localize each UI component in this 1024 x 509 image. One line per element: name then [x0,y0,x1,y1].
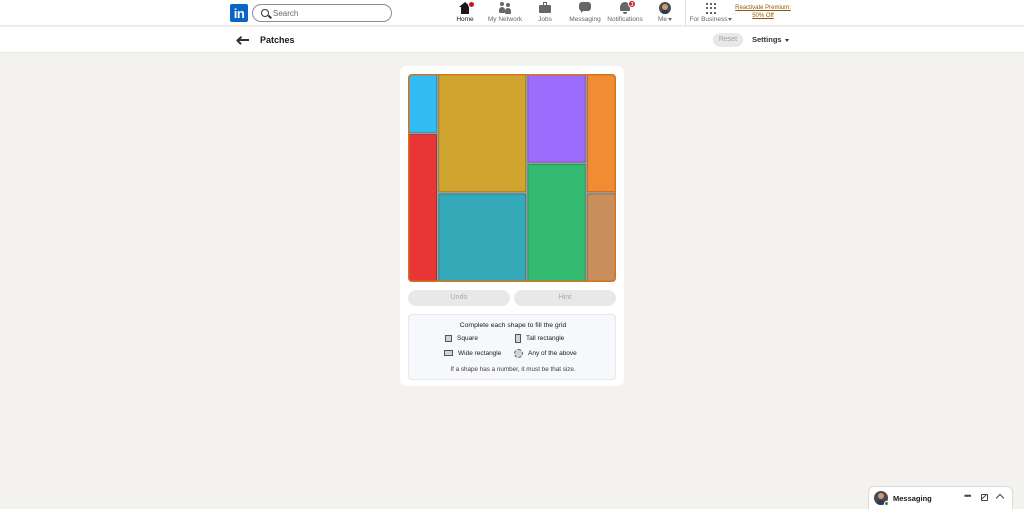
nav-divider [685,0,686,26]
patch-piece-1[interactable] [408,74,438,134]
nav-jobs[interactable]: Jobs [533,2,557,24]
chevron-down-icon [784,38,789,42]
network-icon [499,2,511,14]
chevron-down-icon [728,17,733,21]
chevron-up-icon[interactable] [995,493,1005,503]
patch-piece-6[interactable] [437,192,527,282]
settings-button[interactable]: Settings [752,35,789,44]
home-icon [459,1,475,14]
patch-piece-2[interactable] [437,74,527,193]
legend-tall-rectangle: Tall rectangle [515,334,564,343]
messaging-icon [579,2,591,14]
patch-piece-5[interactable] [408,133,438,282]
board-canvas[interactable] [408,74,616,282]
nav-messaging-label: Messaging [569,16,601,23]
shape-legend: Complete each shape to fill the grid Squ… [408,314,616,380]
reset-button[interactable]: Reset [713,33,743,47]
reactivate-premium-link[interactable]: Reactivate Premium: 50% Off [733,4,793,20]
game-header: Patches Reset Settings [0,27,1024,53]
nav-jobs-label: Jobs [538,16,552,23]
messaging-label: Messaging [893,494,932,503]
legend-square: Square [445,335,478,342]
legend-wide-label: Wide rectangle [458,350,502,357]
square-shape-icon [445,335,452,342]
legend-tall-label: Tall rectangle [526,335,565,343]
notification-count-badge: 3 [628,0,636,8]
search-input[interactable] [273,7,383,20]
nav-notifications-label: Notifications [607,16,643,23]
legend-title: Complete each shape to fill the grid [459,322,567,329]
search-icon [261,9,269,17]
patches-board[interactable] [408,74,616,282]
online-status-icon [884,501,889,506]
nav-for-business-label: For Business [689,16,728,23]
game-controls: Undo Hint [408,290,616,306]
premium-line-1: Reactivate Premium: [735,5,791,11]
nav-home-label: Home [456,16,474,23]
nav-messaging[interactable]: Messaging [568,2,602,24]
page-title: Patches [260,35,295,45]
back-arrow-icon[interactable] [236,34,249,46]
search-box[interactable] [252,4,392,22]
nav-my-network[interactable]: My Network [486,2,524,24]
any-shape-icon [514,349,523,358]
more-options-icon[interactable]: ••• [964,491,972,501]
settings-label: Settings [752,35,782,44]
legend-any-shape: Any of the above [514,349,577,358]
chevron-down-icon [668,17,673,21]
nav-home[interactable]: Home [450,1,480,24]
legend-square-label: Square [457,335,478,343]
nav-for-business[interactable]: For Business [689,2,733,24]
premium-line-2: 50% Off [752,13,774,19]
patch-piece-8[interactable] [586,192,616,282]
grid-icon [706,2,716,14]
top-nav: in Home My Network Jobs Messaging 3 Noti… [0,0,1024,26]
bell-icon: 3 [619,0,636,14]
wide-rectangle-shape-icon [444,350,453,357]
nav-me-label: Me [657,16,668,23]
notification-dot [468,1,475,8]
tall-rectangle-shape-icon [515,334,521,343]
jobs-icon [539,2,551,14]
hint-button[interactable]: Hint [514,290,616,306]
avatar-icon [659,2,671,14]
patch-piece-4[interactable] [586,74,616,193]
game-card: Undo Hint Complete each shape to fill th… [400,66,624,386]
messaging-widget[interactable]: Messaging ••• [868,486,1013,509]
compose-icon[interactable] [981,494,988,501]
nav-notifications[interactable]: 3 Notifications [605,0,645,24]
nav-my-network-label: My Network [487,16,523,23]
patch-piece-3[interactable] [526,74,587,164]
nav-me[interactable]: Me [652,2,678,24]
legend-any-label: Any of the above [528,350,577,358]
linkedin-logo-icon[interactable]: in [230,4,248,22]
legend-note: If a shape has a number, it must be that… [450,366,576,373]
legend-wide-rectangle: Wide rectangle [444,350,501,357]
undo-button[interactable]: Undo [408,290,510,306]
patch-piece-7[interactable] [526,163,587,282]
